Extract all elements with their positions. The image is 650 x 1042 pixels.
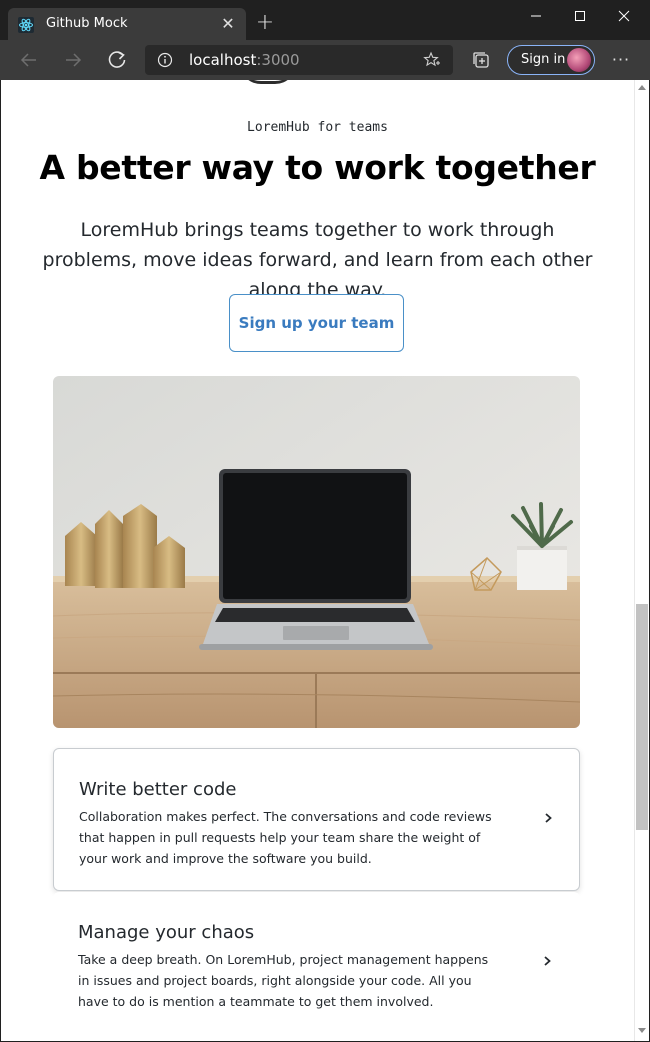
feature-title: Manage your chaos (78, 922, 255, 943)
url-text[interactable]: localhost:3000 (189, 51, 300, 69)
react-icon (18, 17, 34, 33)
page-viewport: LoremHub for teams A better way to work … (1, 80, 634, 1041)
scroll-up-icon[interactable] (638, 84, 646, 90)
sign-in-label: Sign in (521, 52, 566, 67)
address-bar[interactable]: localhost:3000 (145, 45, 453, 75)
page-eyebrow: LoremHub for teams (247, 120, 388, 135)
close-window-icon[interactable] (602, 4, 646, 28)
feature-description: Collaboration makes perfect. The convers… (79, 809, 492, 866)
scroll-down-icon[interactable] (638, 1028, 646, 1034)
feature-card-write-better-code[interactable]: Write better code Collaboration makes pe… (53, 748, 580, 891)
arrow-right-icon[interactable] (61, 48, 85, 72)
feature-title: Write better code (79, 779, 237, 800)
more-horizontal-icon[interactable]: ··· (608, 50, 634, 70)
star-icon[interactable] (423, 51, 441, 69)
arrow-left-icon[interactable] (17, 48, 41, 72)
minimize-icon[interactable] (514, 4, 558, 28)
info-icon[interactable] (157, 52, 173, 68)
avatar (567, 48, 591, 72)
maximize-icon[interactable] (558, 4, 602, 28)
section-divider (239, 80, 297, 84)
browser-toolbar: localhost:3000 Sign in ··· (0, 40, 650, 80)
hero-laptop-image (53, 376, 580, 728)
scrollbar-thumb[interactable] (636, 604, 648, 830)
chevron-right-icon (544, 956, 551, 966)
page-lead: LoremHub brings teams together to work t… (42, 219, 593, 301)
tab-title: Github Mock (46, 16, 128, 31)
url-host: localhost (189, 51, 257, 69)
vertical-scrollbar[interactable] (634, 80, 649, 1041)
new-tab-icon[interactable]: + (254, 12, 276, 36)
chevron-right-icon (545, 813, 552, 823)
close-tab-icon[interactable]: ✕ (218, 14, 238, 34)
reload-icon[interactable] (105, 48, 129, 72)
page-title: A better way to work together (39, 148, 596, 187)
url-port: :3000 (256, 51, 300, 69)
collections-icon[interactable] (471, 50, 491, 70)
feature-card-manage-your-chaos[interactable]: Manage your chaos Take a deep breath. On… (53, 892, 580, 1035)
sign-in-button[interactable]: Sign in (507, 45, 595, 75)
browser-tab[interactable]: Github Mock ✕ (8, 8, 246, 42)
sign-up-team-button[interactable]: Sign up your team (229, 294, 404, 352)
feature-description: Take a deep breath. On LoremHub, project… (78, 952, 489, 1009)
